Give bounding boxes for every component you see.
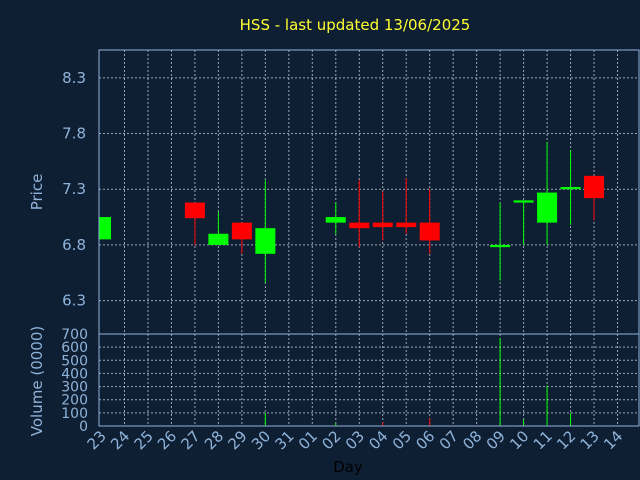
price-tick-labels: 6.3 6.8 7.3 7.8 8.3 [62, 69, 86, 310]
day-tick-labels: 2324252627282930310102030405060708091011… [84, 427, 627, 453]
candle-body [537, 192, 558, 223]
candle-body [325, 217, 346, 223]
day-tick-label: 31 [271, 427, 297, 453]
price-tick-label: 7.3 [62, 180, 86, 198]
day-tick-label: 30 [248, 427, 274, 453]
candle-body [255, 228, 276, 254]
day-tick-label: 25 [131, 427, 157, 453]
price-tick-label: 8.3 [62, 69, 86, 87]
price-gridlines [99, 50, 639, 334]
price-tick-label: 6.8 [62, 236, 86, 254]
day-tick-label: 29 [224, 427, 250, 453]
day-tick-label: 27 [178, 427, 204, 453]
volume-axis-label: Volume (0000) [28, 326, 46, 436]
day-tick-label: 09 [483, 427, 509, 453]
day-tick-label: 11 [530, 427, 556, 453]
candle-body [372, 222, 393, 228]
x-axis-label: Day [333, 458, 363, 476]
candle-body [490, 244, 511, 248]
volume-gridlines [99, 334, 639, 426]
day-tick-label: 05 [389, 427, 415, 453]
day-tick-label: 01 [295, 427, 321, 453]
candle-body [99, 217, 111, 240]
chart-title: HSS - last updated 13/06/2025 [240, 16, 471, 34]
volume-panel-frame [98, 333, 640, 427]
day-tick-label: 07 [436, 427, 462, 453]
price-tick-label: 6.3 [62, 292, 86, 310]
day-tick-label: 10 [506, 427, 532, 453]
day-tick-label: 03 [342, 427, 368, 453]
price-candles [99, 142, 605, 283]
volume-tick-label: 700 [61, 327, 88, 343]
day-tick-label: 24 [107, 427, 133, 453]
day-tick-label: 14 [600, 427, 626, 453]
day-tick-label: 13 [577, 427, 603, 453]
candle-body [184, 202, 205, 219]
day-tick-label: 08 [459, 427, 485, 453]
day-tick-label: 02 [318, 427, 344, 453]
candle-body [419, 222, 440, 241]
candle-body [513, 200, 534, 203]
candle-body [349, 222, 370, 229]
day-tick-label: 28 [201, 427, 227, 453]
price-panel-frame [98, 49, 640, 335]
candle-body [208, 233, 229, 245]
day-tick-label: 04 [365, 427, 391, 453]
candle-body [560, 186, 581, 190]
price-tick-label: 7.8 [62, 125, 86, 143]
candle-body [584, 175, 605, 199]
volume-tick-labels: 0100200300400500600700 [61, 327, 88, 435]
candle-body [396, 222, 417, 228]
candle-body [231, 222, 252, 240]
day-tick-label: 26 [154, 427, 180, 453]
price-axis-label: Price [28, 174, 46, 211]
day-tick-label: 12 [553, 427, 579, 453]
candlestick-chart: HSS - last updated 13/06/2025 6.3 6.8 7.3 7… [28, 16, 640, 476]
day-tick-label: 06 [412, 427, 438, 453]
